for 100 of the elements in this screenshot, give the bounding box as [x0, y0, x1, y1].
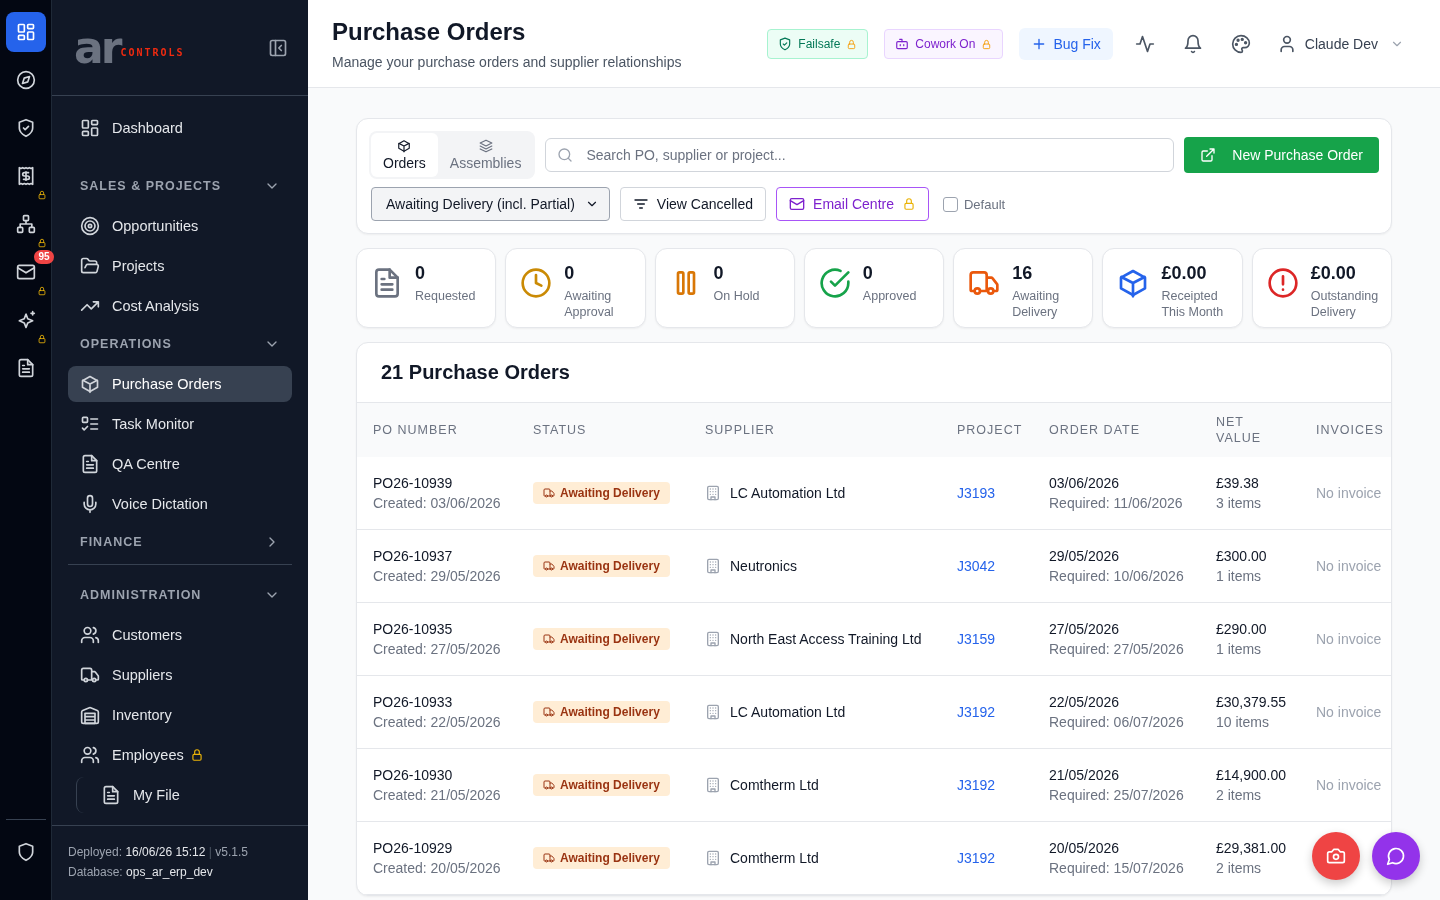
supplier-name: Comtherm Ltd: [730, 850, 819, 866]
required-date: Required: 25/07/2026: [1049, 786, 1184, 805]
nav-item[interactable]: QA Centre: [68, 446, 292, 482]
project-link[interactable]: J3042: [957, 558, 996, 574]
project-link[interactable]: J3159: [957, 631, 996, 647]
stat-label: On Hold: [713, 288, 760, 304]
column-header: PROJECT: [941, 403, 1033, 457]
supplier-name: LC Automation Ltd: [730, 485, 846, 501]
created-date: Created: 20/05/2026: [373, 859, 501, 878]
net-value: £290.00: [1216, 620, 1268, 639]
stat-value: £0.00: [1310, 263, 1357, 284]
view-tab[interactable]: Orders: [371, 133, 438, 177]
order-date: 29/05/2026: [1049, 547, 1121, 566]
view-tab[interactable]: Assemblies: [437, 133, 534, 177]
search-field[interactable]: Search PO, supplier or project...: [545, 138, 1175, 172]
page-title: Purchase Orders: [332, 17, 527, 46]
view-cancelled-button[interactable]: View Cancelled: [619, 187, 767, 221]
count-badge: 95: [34, 250, 54, 264]
required-date: Required: 10/06/2026: [1049, 567, 1184, 586]
stat-value: 0: [713, 263, 725, 284]
page-subtitle: Manage your purchase orders and supplier relationships: [332, 53, 682, 70]
section-header[interactable]: ADMINISTRATION: [68, 579, 292, 611]
mode-badge[interactable]: Failsafe: [767, 29, 869, 59]
stat-value: 0: [564, 263, 576, 284]
nav-item[interactable]: Opportunities: [68, 208, 292, 244]
invoice-status: No invoice: [1316, 558, 1382, 574]
nav-item[interactable]: Purchase Orders: [68, 366, 292, 402]
status-tag: Awaiting Delivery: [533, 847, 670, 869]
column-header: SUPPLIER: [689, 403, 941, 457]
order-date: 27/05/2026: [1049, 620, 1121, 639]
net-value: £39.38: [1216, 474, 1260, 493]
item-count: 2 items: [1216, 786, 1263, 805]
po-number: PO26-10930: [373, 766, 454, 785]
net-value: £29,381.00: [1216, 839, 1284, 858]
stat-label: Awaiting Approval: [564, 288, 615, 320]
project-link[interactable]: J3193: [957, 485, 996, 501]
nav-item[interactable]: Suppliers: [68, 657, 292, 693]
po-number: PO26-10939: [373, 474, 454, 493]
status-filter-dropdown[interactable]: Awaiting Delivery (incl. Partial): [371, 187, 610, 221]
item-count: 10 items: [1216, 713, 1270, 732]
nav-item[interactable]: Dashboard: [68, 110, 292, 146]
nav-item[interactable]: Projects: [68, 248, 292, 284]
invoice-status: No invoice: [1316, 485, 1382, 501]
nav-item[interactable]: Employees: [68, 737, 292, 773]
required-date: Required: 27/05/2026: [1049, 640, 1184, 659]
section-header[interactable]: SALES & PROJECTS: [68, 170, 292, 202]
column-header: PO NUMBER: [357, 403, 517, 457]
created-date: Created: 22/05/2026: [373, 713, 501, 732]
nav-item[interactable]: Cost Analysis: [68, 288, 292, 324]
stat-value: £0.00: [1161, 263, 1208, 284]
nav-item[interactable]: Voice Dictation: [68, 486, 292, 522]
created-date: Created: 03/06/2026: [373, 494, 501, 513]
po-number: PO26-10929: [373, 839, 454, 858]
item-count: 2 items: [1216, 859, 1263, 878]
project-link[interactable]: J3192: [957, 850, 996, 866]
stat-label: Receipted This Month: [1161, 288, 1225, 320]
item-count: 3 items: [1216, 494, 1263, 513]
stat-value: 0: [415, 263, 426, 284]
column-header: ORDER DATE: [1033, 403, 1200, 457]
created-date: Created: 29/05/2026: [373, 567, 501, 586]
net-value: £30,379.55: [1216, 693, 1284, 712]
default-checkbox[interactable]: Default: [939, 196, 1010, 212]
section-header[interactable]: FINANCE: [68, 526, 292, 558]
net-value: £14,900.00: [1216, 766, 1284, 785]
required-date: Required: 06/07/2026: [1049, 713, 1184, 732]
order-date: 20/05/2026: [1049, 839, 1121, 858]
status-tag: Awaiting Delivery: [533, 701, 670, 723]
project-link[interactable]: J3192: [957, 704, 996, 720]
stat-label: Outstanding Delivery: [1310, 288, 1379, 320]
status-tag: Awaiting Delivery: [533, 774, 670, 796]
required-date: Required: 11/06/2026: [1049, 494, 1184, 513]
user-menu[interactable]: Claude Dev: [1272, 34, 1408, 54]
nav-item[interactable]: Inventory: [68, 697, 292, 733]
column-header: NET VALUE: [1200, 403, 1300, 457]
mode-badge[interactable]: Cowork On: [884, 29, 1004, 59]
supplier-name: LC Automation Ltd: [730, 704, 846, 720]
status-tag: Awaiting Delivery: [533, 482, 670, 504]
invoice-status: No invoice: [1316, 777, 1382, 793]
nav-item[interactable]: My File: [89, 777, 292, 813]
nav-item[interactable]: Task Monitor: [68, 406, 292, 442]
po-number: PO26-10933: [373, 693, 454, 712]
invoice-status: No invoice: [1316, 631, 1382, 647]
created-date: Created: 27/05/2026: [373, 640, 501, 659]
net-value: £300.00: [1216, 547, 1268, 566]
item-count: 1 items: [1216, 640, 1263, 659]
deploy-info: Deployed: 16/06/26 15:12 | v5.1.5: [68, 844, 249, 861]
order-date: 22/05/2026: [1049, 693, 1121, 712]
supplier-name: North East Access Training Ltd: [730, 631, 922, 647]
status-tag: Awaiting Delivery: [533, 628, 670, 650]
bug-fix-button[interactable]: Bug Fix: [1019, 28, 1113, 60]
project-link[interactable]: J3192: [957, 777, 996, 793]
stat-label: Awaiting Delivery: [1012, 288, 1061, 320]
invoice-status: No invoice: [1316, 704, 1382, 720]
database-info: Database: ops_ar_erp_dev: [68, 864, 214, 881]
created-date: Created: 21/05/2026: [373, 786, 501, 805]
section-header[interactable]: OPERATIONS: [68, 328, 292, 360]
nav-item[interactable]: Customers: [68, 617, 292, 653]
supplier-name: Comtherm Ltd: [730, 777, 819, 793]
status-tag: Awaiting Delivery: [533, 555, 670, 577]
email-centre-button[interactable]: Email Centre: [776, 187, 929, 221]
